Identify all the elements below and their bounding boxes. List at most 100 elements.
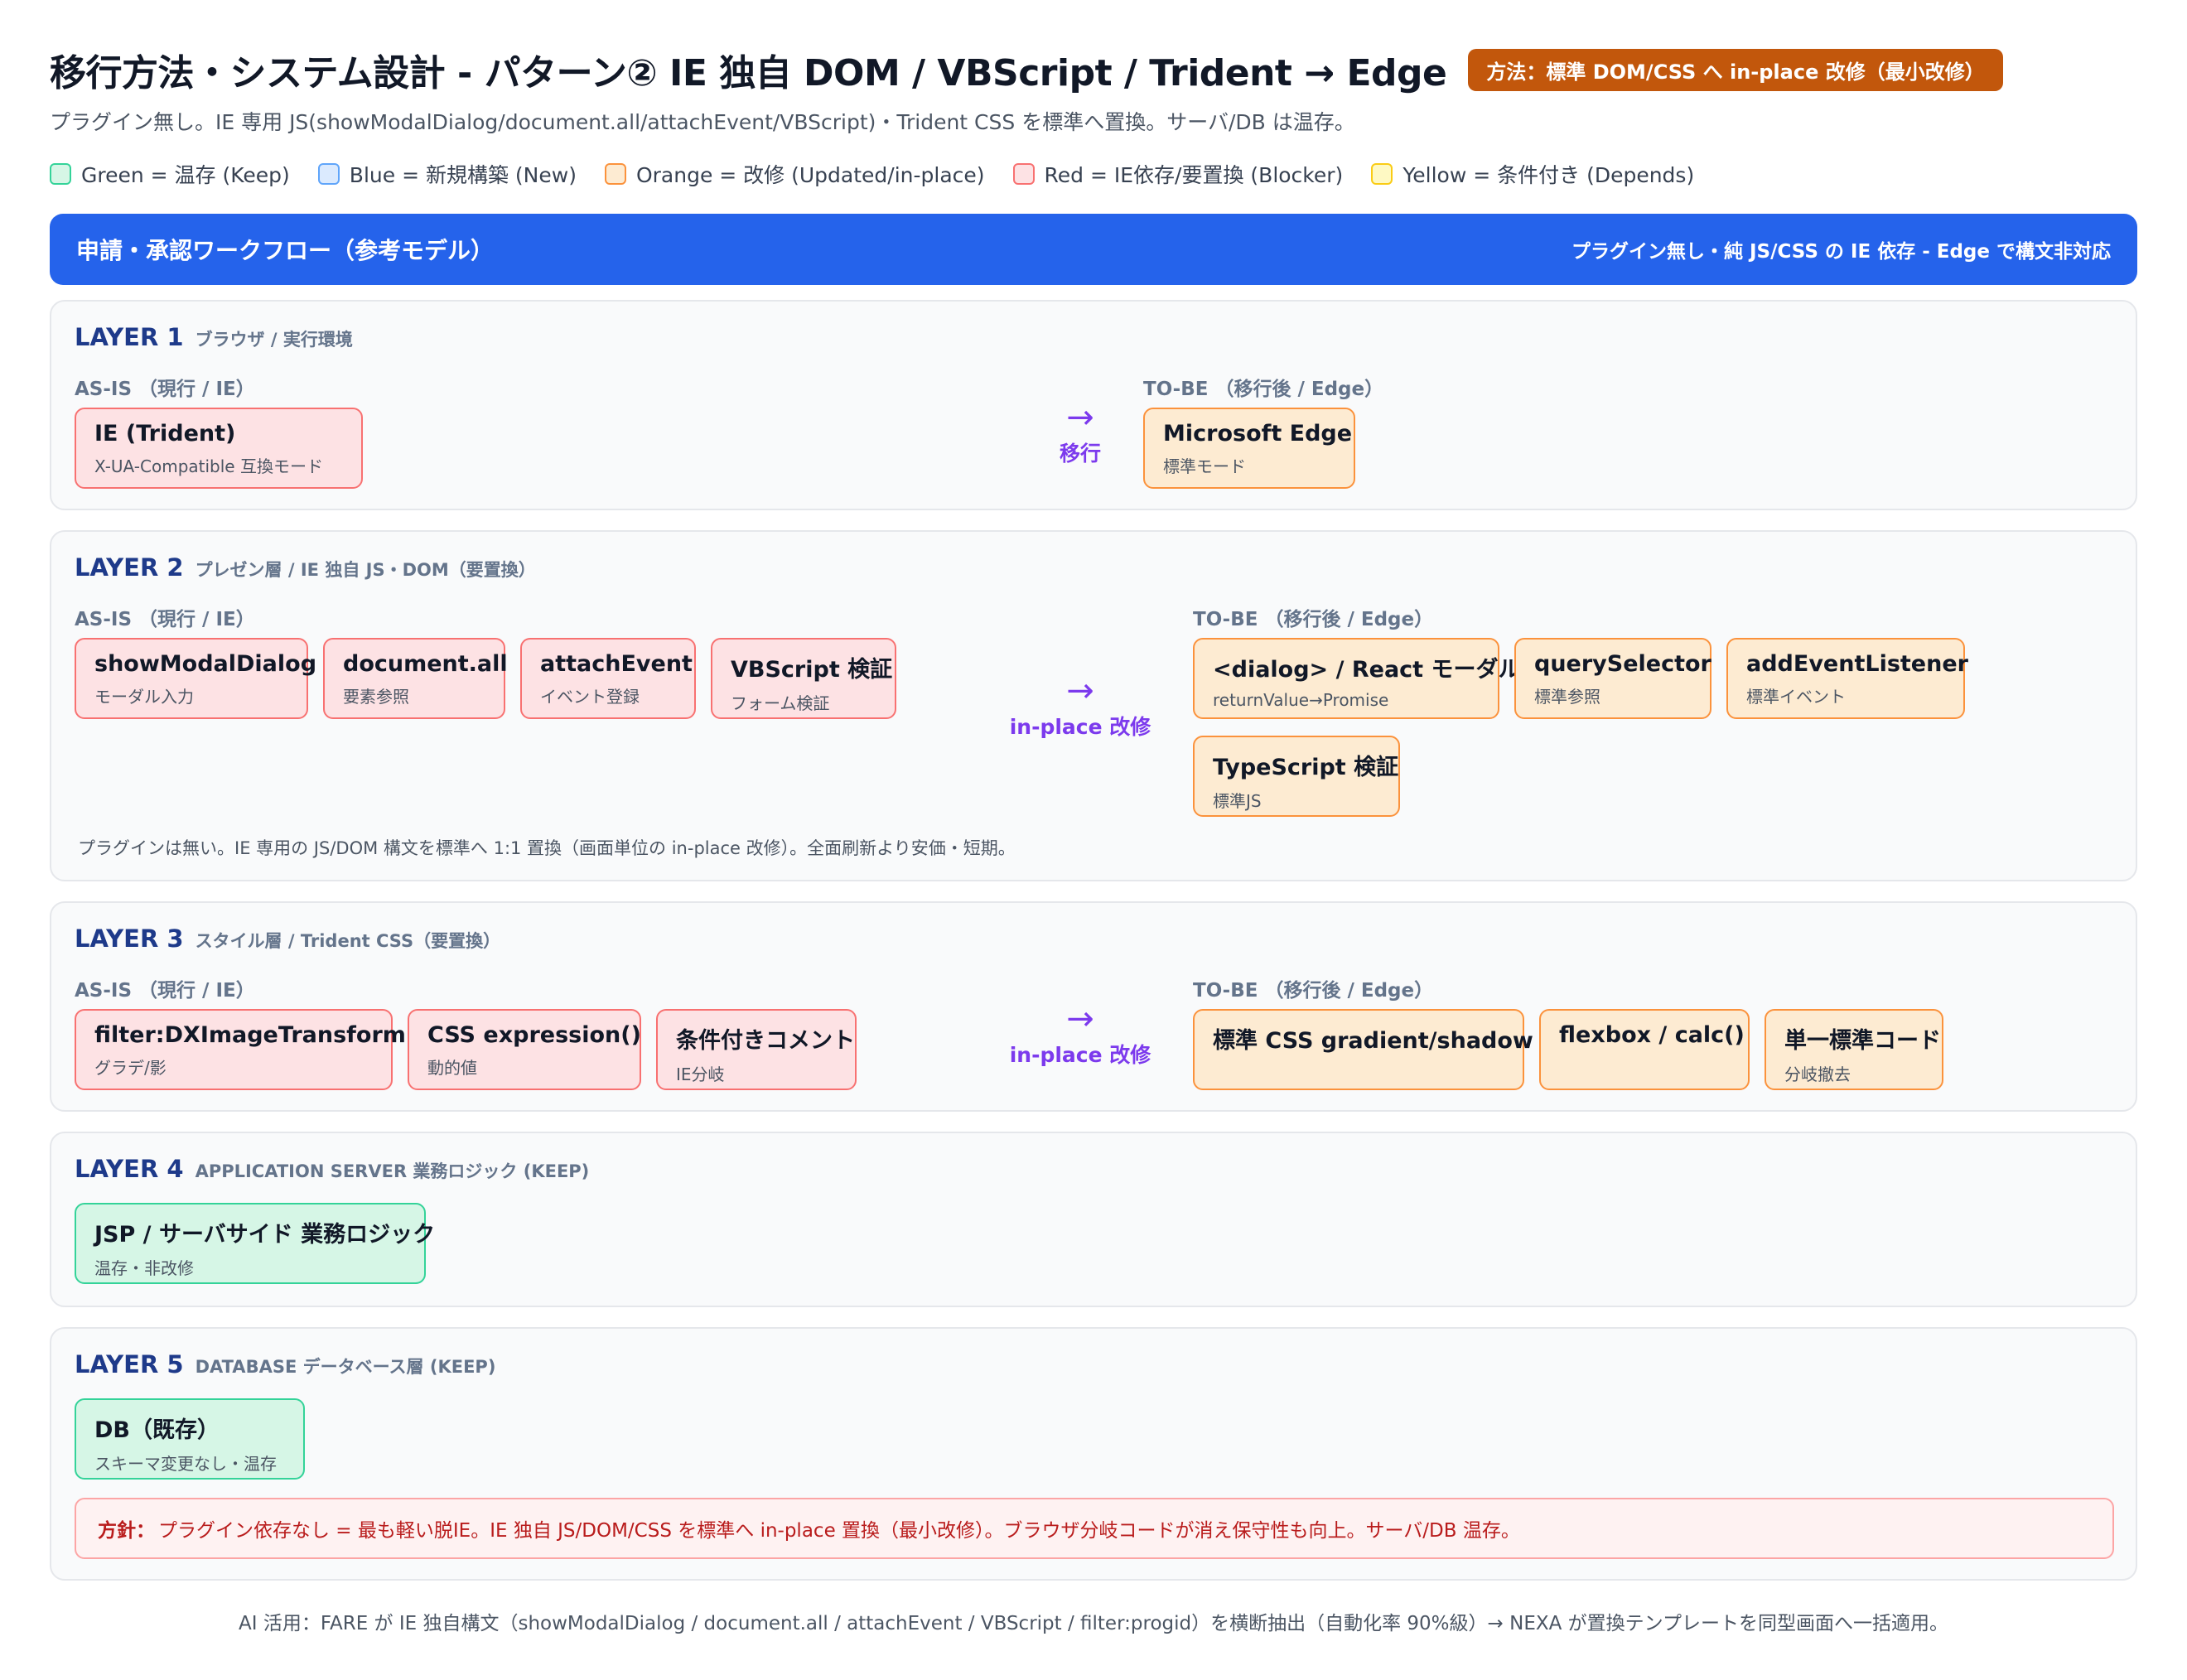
box-title: 標準 CSS gradient/shadow [1213,1028,1533,1054]
legend-label: Yellow = 条件付き (Depends) [1402,163,1695,187]
legend-swatch-red [1012,163,1035,185]
box-subtitle: 要素参照 [343,687,409,707]
box-subtitle: returnValue→Promise [1213,690,1389,710]
legend-item-red: Red = IE依存/要置換 (Blocker) [1012,159,1344,189]
page: 移行方法・システム設計 - パターン② IE 独自 DOM / VBScript… [0,0,2187,1680]
workflow-banner: 申請・承認ワークフロー（参考モデル） プラグイン無し・純 JS/CSS の IE… [50,214,2137,285]
to-be-label: TO-BE （移行後 / Edge） [1193,980,1434,1002]
legend-swatch-blue [317,163,340,185]
box-title: flexbox / calc() [1559,1022,1745,1048]
to-be-box: flexbox / calc() [1539,1009,1750,1090]
layer-heading: LAYER 5 DATABASE データベース層 (KEEP) [75,1350,495,1378]
arrow-right-icon: → [1066,672,1094,710]
legend-item-orange: Orange = 改修 (Updated/in-place) [604,159,985,189]
to-be-box: querySelector 標準参照 [1514,638,1711,719]
to-be-label: TO-BE （移行後 / Edge） [1193,609,1434,630]
as-is-box: attachEvent イベント登録 [520,638,696,719]
box-subtitle: スキーマ変更なし・温存 [94,1454,277,1474]
arrow-label: in-place 改修 [1009,1043,1151,1067]
box-subtitle: 温存・非改修 [94,1258,194,1278]
box-subtitle: モーダル入力 [94,687,194,707]
to-be-label: TO-BE （移行後 / Edge） [1143,379,1384,400]
box-title: document.all [343,651,508,677]
migration-arrow: → 移行 [1006,401,1155,467]
box-subtitle: グラデ/影 [94,1058,167,1078]
keep-box: DB（既存） スキーマ変更なし・温存 [75,1398,305,1480]
migration-arrow: → in-place 改修 [1006,674,1155,741]
arrow-right-icon: → [1066,1000,1094,1038]
legend: Green = 温存 (Keep) Blue = 新規構築 (New) Oran… [50,159,2137,189]
to-be-box: addEventListener 標準イベント [1726,638,1968,719]
box-title: IE (Trident) [94,421,236,447]
box-title: showModalDialog [94,651,317,677]
box-title: DB（既存） [94,1417,220,1443]
layer-heading: LAYER 3 スタイル層 / Trident CSS（要置換） [75,924,500,953]
arrow-label: 移行 [1059,442,1101,466]
legend-label: Green = 温存 (Keep) [81,163,290,187]
box-subtitle: 動的値 [427,1058,477,1078]
box-title: JSP / サーバサイド 業務ロジック [94,1222,436,1248]
box-title: TypeScript 検証 [1213,755,1399,780]
box-subtitle: IE分岐 [676,1064,725,1084]
header: 移行方法・システム設計 - パターン② IE 独自 DOM / VBScript… [50,46,2137,94]
box-subtitle: 標準JS [1213,791,1262,811]
layer-heading: LAYER 1 ブラウザ / 実行環境 [75,323,353,351]
box-title: attachEvent [540,651,693,677]
policy-callout: 方針： プラグイン依存なし = 最も軽い脱IE。IE 独自 JS/DOM/CSS… [75,1498,2114,1559]
legend-item-yellow: Yellow = 条件付き (Depends) [1371,159,1694,189]
box-title: filter:DXImageTransform [94,1022,406,1048]
box-subtitle: 標準モード [1163,456,1246,476]
box-title: Microsoft Edge [1163,421,1353,447]
layer-number: LAYER 5 [75,1350,184,1378]
policy-label: 方針： [98,1520,155,1542]
legend-item-blue: Blue = 新規構築 (New) [317,159,577,189]
to-be-box: Microsoft Edge 標準モード [1143,408,1355,489]
keep-box: JSP / サーバサイド 業務ロジック 温存・非改修 [75,1203,436,1284]
page-title: 移行方法・システム設計 - パターン② IE 独自 DOM / VBScript… [50,52,1447,94]
workflow-note: プラグイン無し・純 JS/CSS の IE 依存 - Edge で構文非対応 [1571,241,2111,263]
page-subtitle: プラグイン無し。IE 専用 JS(showModalDialog/documen… [50,110,1355,134]
box-subtitle: イベント登録 [540,687,640,707]
as-is-box: CSS expression() 動的値 [408,1009,641,1090]
legend-label: Orange = 改修 (Updated/in-place) [635,163,985,187]
as-is-box: document.all 要素参照 [323,638,508,719]
box-title: addEventListener [1746,651,1968,677]
as-is-box: filter:DXImageTransform グラデ/影 [75,1009,406,1090]
layer-2: LAYER 2 プレゼン層 / IE 独自 JS・DOM（要置換） AS-IS … [50,530,2137,881]
to-be-box: 標準 CSS gradient/shadow [1193,1009,1533,1090]
box-title: CSS expression() [427,1022,641,1048]
box-subtitle: 分岐撤去 [1784,1064,1851,1084]
layer-number: LAYER 2 [75,553,184,582]
layer-3: LAYER 3 スタイル層 / Trident CSS（要置換） AS-IS （… [50,901,2137,1112]
layer-number: LAYER 4 [75,1155,184,1183]
to-be-box: <dialog> / React モーダル returnValue→Promis… [1193,638,1521,719]
arrow-label: in-place 改修 [1009,715,1151,739]
footer-note: AI 活用：FARE が IE 独自構文（showModalDialog / d… [239,1613,1948,1634]
layer-description: プレゼン層 / IE 独自 JS・DOM（要置換） [195,560,536,580]
workflow-title: 申請・承認ワークフロー（参考モデル） [76,237,495,264]
box-title: querySelector [1534,651,1711,677]
as-is-label: AS-IS （現行 / IE） [75,379,255,400]
layer-1: LAYER 1 ブラウザ / 実行環境 AS-IS （現行 / IE） TO-B… [50,300,2137,510]
legend-label: Red = IE依存/要置換 (Blocker) [1044,163,1344,187]
to-be-box: 単一標準コード 分岐撤去 [1765,1009,1943,1090]
legend-label: Blue = 新規構築 (New) [349,163,577,187]
layer-4: LAYER 4 APPLICATION SERVER 業務ロジック (KEEP)… [50,1132,2137,1307]
arrow-right-icon: → [1066,398,1094,437]
legend-swatch-orange [604,163,626,185]
box-title: 単一標準コード [1784,1028,1941,1054]
as-is-box: VBScript 検証 フォーム検証 [711,638,896,719]
as-is-box: showModalDialog モーダル入力 [75,638,317,719]
migration-arrow: → in-place 改修 [1006,1002,1155,1069]
layer-5: LAYER 5 DATABASE データベース層 (KEEP) DB（既存） ス… [50,1327,2137,1581]
box-subtitle: 標準イベント [1746,687,1846,707]
box-subtitle: X-UA-Compatible 互換モード [94,456,323,476]
layer-description: スタイル層 / Trident CSS（要置換） [195,931,501,951]
layer-note: プラグインは無い。IE 専用の JS/DOM 構文を標準へ 1:1 置換（画面単… [78,838,1016,858]
layer-description: DATABASE データベース層 (KEEP) [195,1357,496,1377]
as-is-box: IE (Trident) X-UA-Compatible 互換モード [75,408,363,489]
layer-description: APPLICATION SERVER 業務ロジック (KEEP) [195,1161,590,1181]
legend-item-green: Green = 温存 (Keep) [50,159,290,189]
box-title: <dialog> / React モーダル [1213,657,1521,683]
layer-number: LAYER 1 [75,323,184,351]
